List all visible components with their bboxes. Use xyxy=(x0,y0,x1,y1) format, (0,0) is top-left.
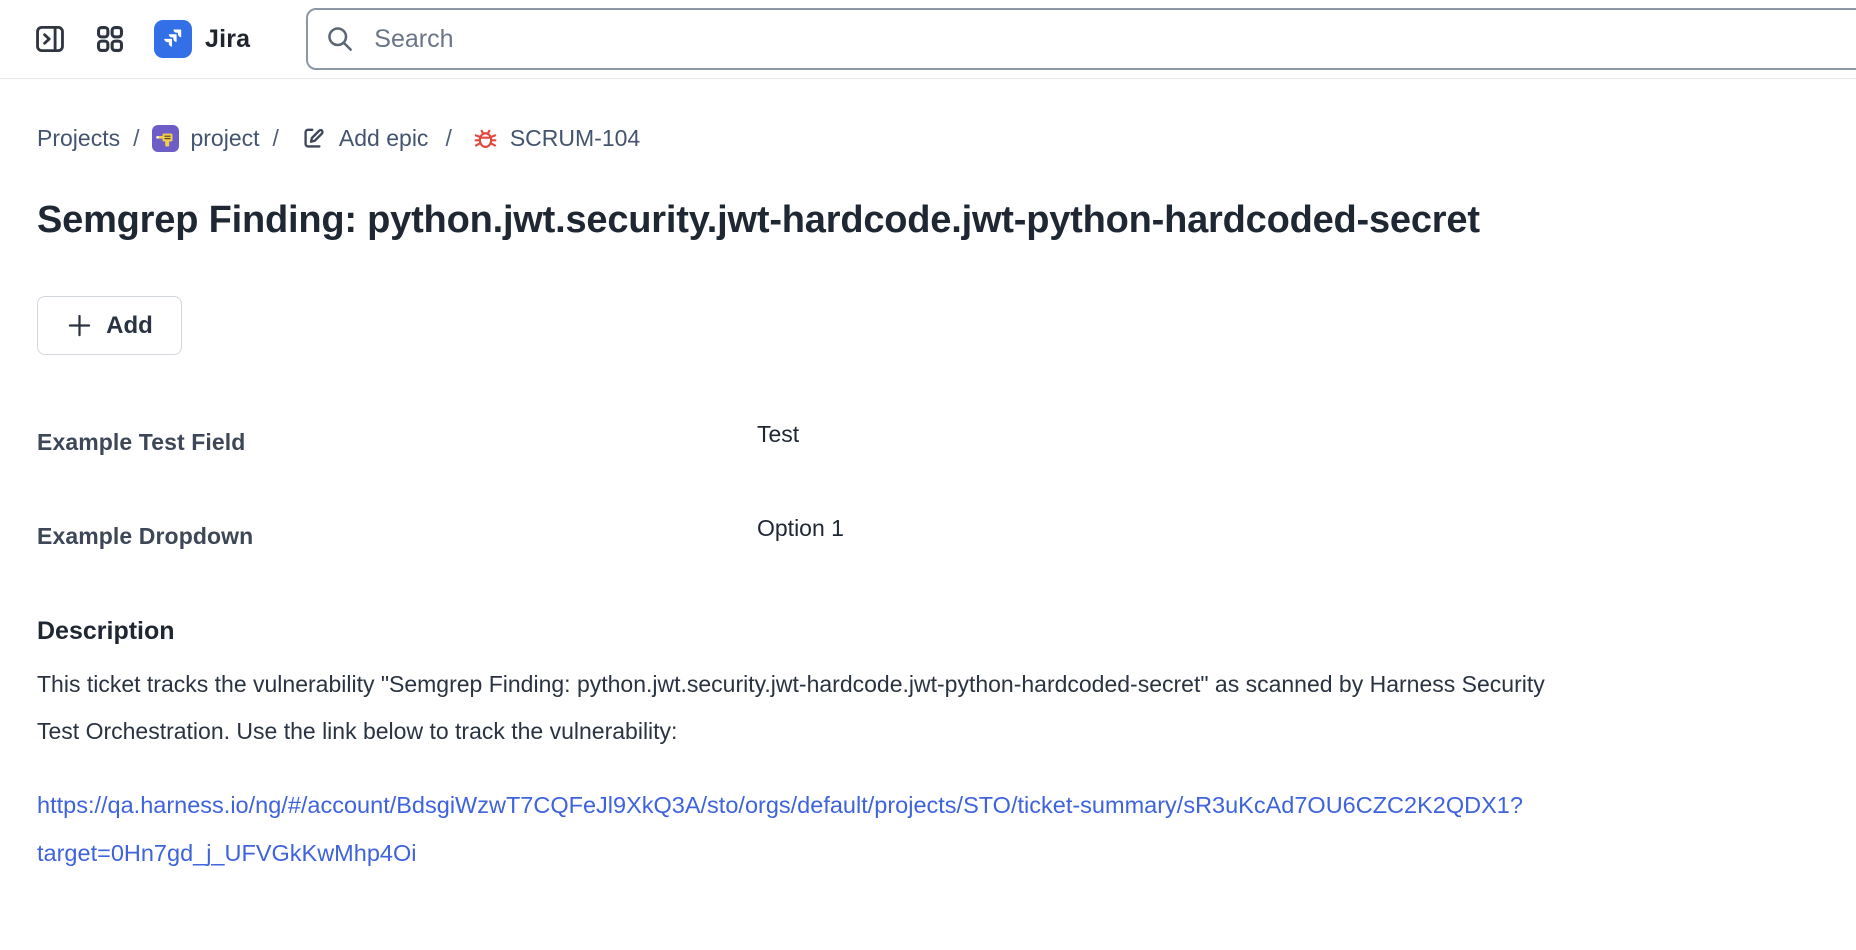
jira-home-link[interactable]: Jira xyxy=(154,20,250,58)
breadcrumb-project-label: project xyxy=(190,125,259,152)
breadcrumb-projects[interactable]: Projects xyxy=(37,125,120,152)
issue-view: Projects / project / xyxy=(0,124,1856,877)
breadcrumb-separator: / xyxy=(273,125,279,152)
add-button[interactable]: Add xyxy=(37,296,182,355)
app-title: Jira xyxy=(205,25,250,54)
global-search xyxy=(306,8,1856,70)
description-section: Description This ticket tracks the vulne… xyxy=(37,617,1819,877)
sidebar-toggle-button[interactable] xyxy=(28,17,72,61)
breadcrumb-separator: / xyxy=(133,125,139,152)
breadcrumb-issue-key: SCRUM-104 xyxy=(510,125,640,152)
field-value[interactable]: Test xyxy=(757,421,1819,448)
breadcrumb-add-epic-label: Add epic xyxy=(339,125,429,152)
description-heading: Description xyxy=(37,617,1819,646)
field-label: Example Test Field xyxy=(37,429,757,456)
plus-icon xyxy=(66,312,93,339)
breadcrumb-issue[interactable]: SCRUM-104 xyxy=(472,125,640,152)
breadcrumb-project[interactable]: project xyxy=(152,125,259,152)
field-label: Example Dropdown xyxy=(37,523,757,550)
app-grid-icon xyxy=(94,23,126,55)
project-avatar-icon xyxy=(152,125,179,152)
app-switcher-button[interactable] xyxy=(88,17,132,61)
vulnerability-link[interactable]: https://qa.harness.io/ng/#/account/Bdsgi… xyxy=(37,781,1537,877)
search-input[interactable] xyxy=(306,8,1856,70)
breadcrumb-separator: / xyxy=(445,125,451,152)
field-row-example-dropdown: Example Dropdown Option 1 xyxy=(37,523,1819,550)
breadcrumb: Projects / project / xyxy=(37,124,1819,152)
field-row-example-test-field: Example Test Field Test xyxy=(37,429,1819,456)
jira-logo-icon xyxy=(154,20,192,58)
custom-fields: Example Test Field Test Example Dropdown… xyxy=(37,429,1819,550)
field-value[interactable]: Option 1 xyxy=(757,515,1819,542)
issue-title[interactable]: Semgrep Finding: python.jwt.security.jwt… xyxy=(37,191,1537,250)
expand-sidebar-icon xyxy=(33,22,67,56)
breadcrumb-add-epic[interactable]: Add epic xyxy=(300,124,429,152)
top-navigation-bar: Jira xyxy=(0,0,1856,79)
add-button-label: Add xyxy=(106,312,153,340)
edit-icon xyxy=(300,124,328,152)
description-body[interactable]: This ticket tracks the vulnerability "Se… xyxy=(37,661,1557,755)
bug-icon xyxy=(472,125,499,152)
